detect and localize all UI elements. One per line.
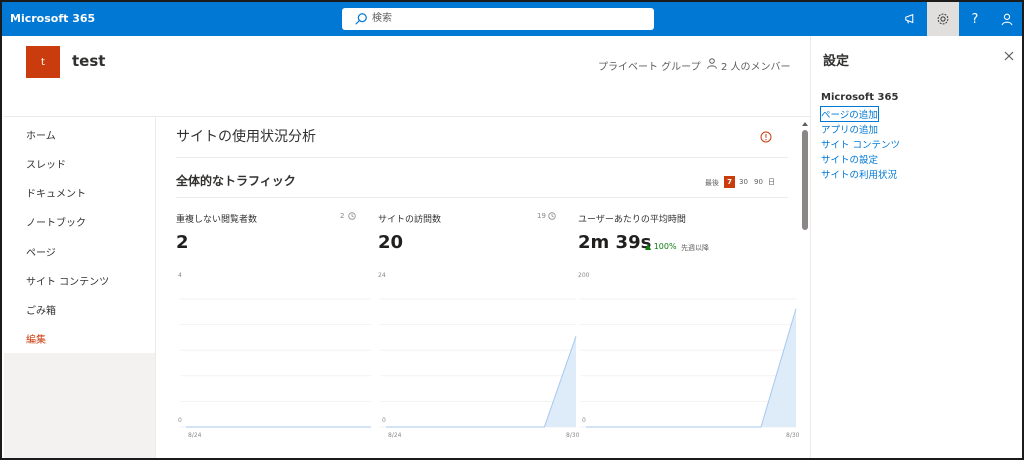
megaphone-icon [905,13,914,24]
close-icon[interactable] [1003,50,1015,62]
nav-item-conversations[interactable]: スレッド [26,156,66,171]
x-tick-label: 8/24 [388,432,402,439]
settings-link-site-settings[interactable]: サイトの設定 [821,152,878,166]
settings-section-title: Microsoft 365 [821,92,899,103]
title-divider [176,157,788,158]
account-button[interactable] [991,2,1022,36]
traffic-charts: 4 0 8/24 24 0 8/24 8/30 200 0 8/30 [178,272,800,439]
gear-icon [937,13,949,25]
nav-item-site-contents[interactable]: サイト コンテンツ [26,273,109,288]
y-tick-label: 0 [382,417,386,424]
chart-area [586,308,796,427]
traffic-divider [176,197,788,198]
settings-panel: 設定 Microsoft 365 ページの追加 アプリの追加 サイト コンテンツ… [811,36,1022,458]
clock-icon [348,212,356,220]
y-tick-label: 200 [578,272,590,279]
x-tick-label: 8/30 [566,432,580,439]
y-tick-label: 0 [178,417,182,424]
site-logo-letter: t [41,56,45,68]
range-unit-days: 日 [768,178,775,186]
settings-link-site-contents[interactable]: サイト コンテンツ [821,137,900,151]
y-tick-label: 24 [378,272,386,279]
nav-item-documents[interactable]: ドキュメント [26,185,86,200]
search-icon [355,13,367,25]
range-option-7[interactable]: 7 [724,176,735,188]
metric-label-site-visits: サイトの訪問数 [378,215,442,225]
whats-new-button[interactable] [895,2,927,36]
metric-value-avg-time: 2m 39s [578,232,652,253]
account-icon [1001,13,1013,26]
x-tick-label: 8/24 [188,432,202,439]
nav-item-recycle-bin[interactable]: ごみ箱 [26,302,56,317]
group-privacy: プライベート グループ [598,62,701,73]
help-icon: ? [971,11,979,27]
metric-label-unique-viewers: 重複しない閲覧者数 [176,215,258,225]
traffic-section-title: 全体的なトラフィック [176,174,296,188]
nav-item-pages[interactable]: ページ [26,244,56,259]
nav-edit-link[interactable]: 編集 [26,331,46,346]
metric-count-unique-viewers: 2 [340,212,345,220]
site-title[interactable]: test [72,52,105,70]
app-launcher-brand[interactable]: Microsoft 365 [10,2,95,36]
page-title: サイトの使用状況分析 [176,129,316,145]
metric-value-site-visits: 20 [378,232,404,253]
range-option-90[interactable]: 90 [754,176,763,188]
site-logo[interactable]: t [26,46,60,78]
metric-label-avg-time: ユーザーあたりの平均時間 [578,215,686,225]
y-tick-label: 0 [582,417,586,424]
nav-item-home[interactable]: ホーム [26,127,56,142]
left-navigation [4,117,156,353]
help-button[interactable]: ? [959,2,991,36]
person-icon [707,58,717,69]
chart-series-line [586,308,797,428]
trend-text: 先週以降 [681,244,709,252]
left-navigation-footer [4,353,156,458]
settings-link-site-usage[interactable]: サイトの利用状況 [821,167,897,181]
metric-value-unique-viewers: 2 [176,232,189,253]
search-placeholder: 検索 [372,13,392,24]
range-label: 最後 [705,179,719,187]
suite-bar: Microsoft 365 検索 ? [2,2,1022,36]
settings-title: 設定 [823,54,850,69]
metric-count-site-visits: 19 [537,212,546,220]
range-option-30[interactable]: 30 [739,176,748,188]
nav-item-notebook[interactable]: ノートブック [26,214,86,229]
scrollbar-thumb[interactable] [802,130,808,230]
settings-link-add-app[interactable]: アプリの追加 [821,122,878,136]
settings-link-add-page[interactable]: ページの追加 [820,106,879,122]
settings-button[interactable] [927,2,959,36]
trend-indicator: ▲ 100% [645,242,677,251]
clock-icon [548,212,556,220]
y-tick-label: 4 [178,272,182,279]
info-icon[interactable] [760,131,772,143]
search-box[interactable]: 検索 [342,8,654,30]
window-frame: Microsoft 365 検索 ? t test プライベート グループ 2 … [0,0,1024,460]
x-tick-label: 8/30 [786,432,800,439]
members-link[interactable]: 2 人のメンバー [721,58,791,73]
scroll-up-icon[interactable] [801,121,809,127]
